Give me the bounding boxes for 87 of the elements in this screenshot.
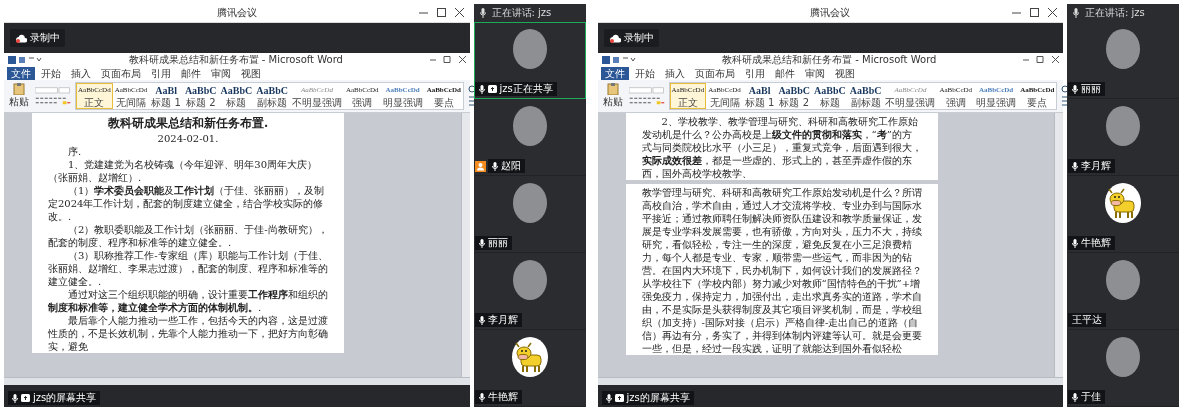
participant-name: 王平达 (1072, 314, 1102, 326)
share-label: jzs的屏幕共享 (626, 392, 690, 404)
ribbon-tab[interactable]: 页面布局 (97, 66, 145, 80)
participant-name: jzs正在共享 (499, 83, 553, 95)
participant-name: 赵阳 (500, 160, 521, 172)
paragraph: （3）职称推荐工作-专家组（库）职能与工作计划（于佳、张丽娟、赵增红、李果志过渡），配套的制度、程序和标准等的建立健全。. (48, 249, 328, 288)
microphone-icon (479, 8, 486, 18)
participant-tile[interactable]: 李月辉 (473, 253, 586, 330)
ribbon-tab[interactable]: 文件 (7, 66, 35, 80)
style-option[interactable]: AaBbC 标题 (812, 83, 848, 109)
window-title: 腾讯会议 (216, 6, 257, 20)
speaking-label: 正在讲话: jzs (1085, 6, 1145, 20)
document-title: 教科研成果总结和新任务布置 - Microsoft Word (721, 52, 938, 67)
screen-share-icon (614, 394, 624, 402)
participant-tile[interactable]: 丽丽 (1067, 22, 1179, 99)
close-icon[interactable] (454, 8, 464, 17)
participant-name: 丽丽 (487, 237, 508, 249)
style-option[interactable]: AaBl 标题 1 (149, 83, 183, 109)
participant-tile[interactable]: 于佳 (1067, 330, 1179, 407)
paragraph: 教学管理与研究、科研和高教研究工作原始发动机是什么？所谓高校自治，学术自由，通过人才交流将学校、专业办到与国际水平接近；通过教师聘任制解决师资队伍建设和教学质量保证，发展是专业学科发展需要，也有骄傲，方向对头，压力不大，持续研究，看似轻松，专注一生的深度，避免反复在小三足浪费精力，每个人都是专业、专家，顺带需一些运气，而非因为的钻营。在国内大环境下，民办机制下，如何设计我们的发展路径？从学校往下（学校内部）努力减少对教师“国情特色的干扰”+增强免疫力，保持定力，加强付出，走出求真务实的道路，学术自由，不是实际是头获得制度及其它项目评奖机制，而是，学校组织（加支持）-国际对接（启示）严格自律-走出自己的道路（自信）再边有分，务实了，并得到体制内评建等认可。就是会更要一些，但是，经过一段实践，证明了就能达到国外看似轻松 (641, 186, 922, 355)
microphone-icon (12, 393, 18, 403)
window-controls-icon[interactable] (1023, 56, 1059, 63)
participant-name: 牛艳辉 (1081, 237, 1111, 249)
scrollbar[interactable] (460, 113, 470, 377)
paragraph: （2）教职委职能及工作计划（张丽丽、于佳-尚教研究），配套的制度、程序和标准等的建立健全。. (48, 223, 328, 249)
ribbon-tab[interactable]: 开始 (37, 66, 65, 80)
paste-button[interactable]: 粘贴 (7, 83, 31, 109)
ribbon-tab[interactable]: 视图 (237, 66, 265, 80)
participant-tile[interactable]: jzs正在共享 (473, 22, 586, 99)
style-option[interactable]: AaBbC 标题 2 (182, 83, 219, 109)
paragraph: 序. (67, 145, 83, 158)
speaking-label: 正在讲话: jzs (491, 6, 552, 20)
style-option[interactable]: AaBbC 副标题 (254, 83, 290, 109)
clipboard-icon (606, 83, 619, 95)
paragraph: （1）学术委员会职能及工作计划（于佳、张丽丽），及制定2024年工作计划，配套的制度建立健全，结合学校实际的修改。. (48, 184, 326, 223)
maximize-icon[interactable] (436, 8, 446, 17)
cloud-icon (15, 33, 27, 43)
window-title: 腾讯会议 (810, 6, 851, 20)
participant-tile[interactable]: 赵阳 (473, 99, 586, 176)
ribbon-tab[interactable]: 插入 (67, 66, 95, 80)
paste-button[interactable]: 粘贴 (600, 83, 625, 109)
ribbon-tab[interactable]: 引用 (740, 66, 769, 80)
screen-share-icon (21, 394, 30, 402)
clipboard-icon (13, 83, 25, 95)
participant-tile[interactable]: 丽丽 (473, 176, 586, 253)
participant-name: 李月辉 (487, 314, 518, 326)
window-controls-icon[interactable] (429, 56, 466, 63)
participant-tile[interactable]: 牛艳辉 (1067, 176, 1179, 253)
participant-name: 李月辉 (1081, 160, 1111, 172)
ribbon-tab[interactable]: 视图 (830, 66, 859, 80)
microphone-icon (1073, 8, 1079, 18)
participant-tile[interactable]: 牛艳辉 (473, 330, 586, 407)
paragraph: 最后靠个人能力推动一些工作，包括今天的内容，这是过渡性质的，不是长效机制，先靠个人能力推动一下，把好方向彰确实，避免 (48, 314, 328, 353)
participant-name: 于佳 (1081, 391, 1101, 403)
document-title: 教科研成果总结和新任务布置 - Microsoft Word (127, 52, 344, 67)
paragraph: 2、学校教学、教学管理与研究、科研和高教研究工作原始发动机是什么？公办高校是上级文件的贯彻和落实，“考”的方式与同类院校比水平（小三足），重复式竞争，后面遇到很大，实际成效很差，都是一些虚的、形式上的，甚至弄虚作假的东西，国外高校学校教学、 (641, 115, 922, 180)
ribbon-tab[interactable]: 引用 (147, 66, 175, 80)
scrollbar[interactable] (1054, 113, 1063, 377)
style-option[interactable]: AaBbC 标题 2 (776, 83, 813, 109)
paragraph: 1、党建建党为名校铸魂（今年迎评、明年30周年大庆）（张丽娟、赵增红）. (48, 158, 319, 184)
paragraph: 通过对这三个组织职能的明确，设计重要工作程序和组织的制度和标准等，建立健全学术方面的体制机制。. (48, 288, 328, 314)
paragraph: 教科研成果总结和新任务布置. (106, 115, 270, 132)
ribbon-tab[interactable]: 页面布局 (690, 66, 739, 80)
ribbon-tab[interactable]: 插入 (660, 66, 689, 80)
ribbon-tab[interactable]: 审阅 (800, 66, 829, 80)
participant-tile[interactable]: 王平达 (1067, 253, 1179, 330)
ribbon-tab[interactable]: 文件 (600, 66, 629, 80)
ribbon-tab[interactable]: 开始 (630, 66, 659, 80)
style-option[interactable]: AaBbC 标题 (218, 83, 255, 109)
style-option[interactable]: AaBl 标题 1 (742, 83, 777, 109)
recording-badge[interactable]: 录制中 (10, 29, 65, 47)
quick-access-toolbar-icon[interactable] (8, 55, 42, 64)
maximize-icon[interactable] (1030, 8, 1039, 17)
participant-tile[interactable]: 李月辉 (1067, 99, 1179, 176)
recording-badge[interactable]: 录制中 (603, 29, 659, 47)
close-icon[interactable] (1048, 8, 1057, 17)
style-option[interactable]: AaBbC 副标题 (847, 83, 884, 109)
participant-name: 丽丽 (1081, 83, 1101, 95)
share-label: jzs的屏幕共享 (33, 392, 97, 404)
paragraph: 2024-02-01. (156, 132, 220, 145)
participant-name: 牛艳辉 (487, 391, 518, 403)
cloud-icon (608, 33, 621, 43)
microphone-icon (605, 393, 612, 403)
quick-access-toolbar-icon[interactable] (601, 55, 636, 64)
ribbon-tab[interactable]: 邮件 (177, 66, 205, 80)
ribbon-tab[interactable]: 审阅 (207, 66, 235, 80)
ribbon-tab[interactable]: 邮件 (770, 66, 799, 80)
